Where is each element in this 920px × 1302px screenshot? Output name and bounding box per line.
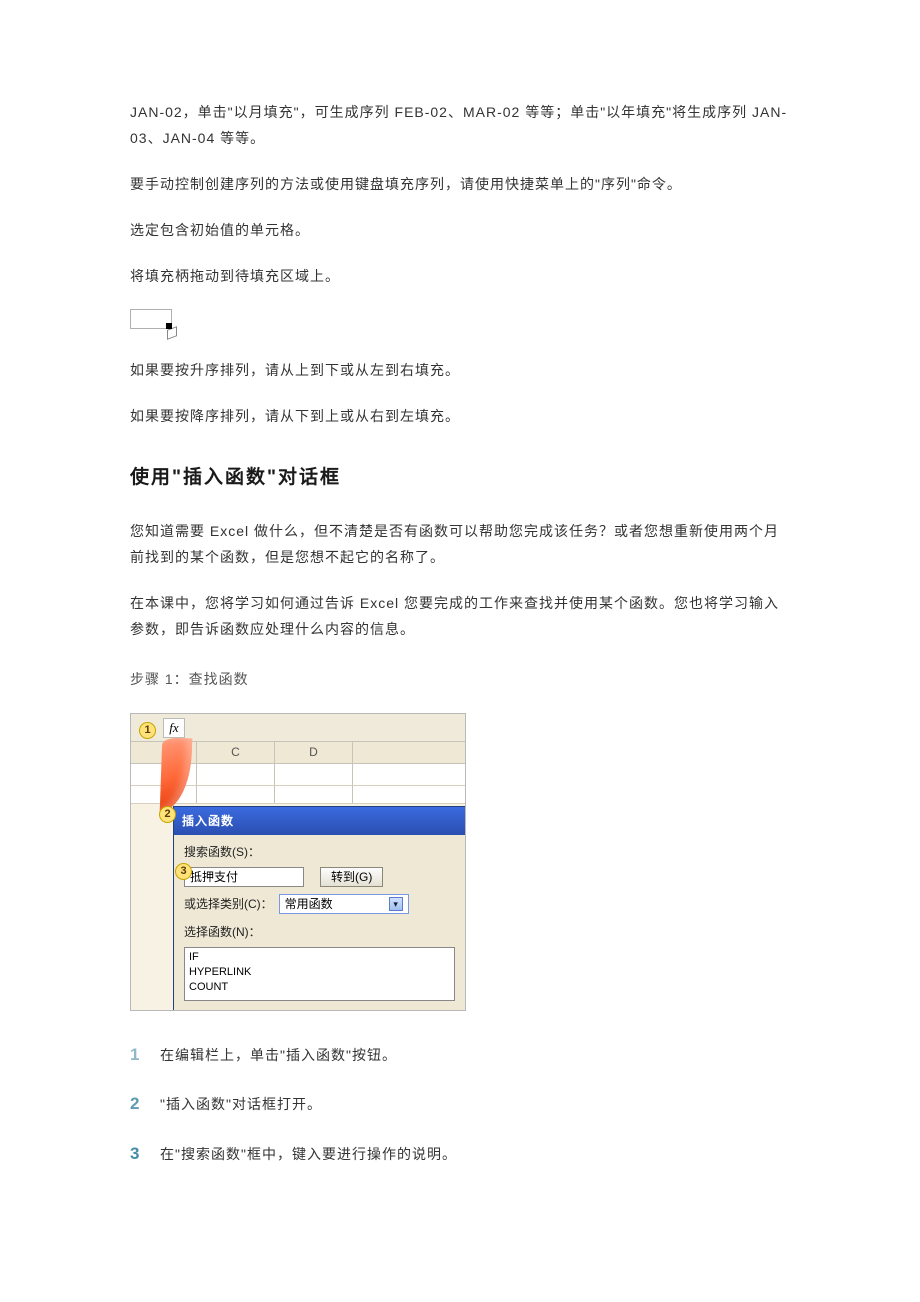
function-option[interactable]: COUNT: [189, 981, 228, 993]
instruction-item: 2 "插入函数"对话框打开。: [130, 1088, 790, 1119]
function-option[interactable]: IF: [189, 951, 199, 963]
column-header-d: D: [275, 742, 353, 763]
body-paragraph: JAN-02，单击"以月填充"，可生成序列 FEB-02、MAR-02 等等；单…: [130, 100, 790, 152]
select-function-label: 选择函数(N)：: [184, 921, 261, 943]
instruction-number: 2: [130, 1088, 154, 1119]
instruction-text: 在编辑栏上，单击"插入函数"按钮。: [160, 1043, 397, 1069]
callout-badge-3: 3: [175, 863, 192, 880]
instruction-number: 1: [130, 1039, 154, 1070]
function-option[interactable]: HYPERLINK: [189, 966, 251, 978]
section-intro: 您知道需要 Excel 做什么，但不清楚是否有函数可以帮助您完成该任务？或者您想…: [130, 519, 790, 571]
go-button[interactable]: 转到(G): [320, 867, 383, 887]
body-paragraph: 如果要按升序排列，请从上到下或从左到右填充。: [130, 358, 790, 384]
dialog-title: 插入函数: [174, 807, 465, 835]
section-intro: 在本课中，您将学习如何通过告诉 Excel 您要完成的工作来查找并使用某个函数。…: [130, 591, 790, 643]
callout-badge-2: 2: [159, 806, 176, 823]
body-paragraph: 如果要按降序排列，请从下到上或从右到左填充。: [130, 404, 790, 430]
category-value: 常用函数: [285, 895, 333, 913]
fill-handle-illustration: [130, 309, 172, 329]
function-listbox[interactable]: IF HYPERLINK COUNT: [184, 947, 455, 1001]
insert-function-icon: fx: [163, 718, 185, 738]
callout-badge-1: 1: [139, 722, 156, 739]
search-function-label: 搜索函数(S)：: [184, 841, 260, 863]
step-caption: 步骤 1：查找函数: [130, 667, 790, 693]
instruction-item: 3 在"搜索函数"框中，键入要进行操作的说明。: [130, 1138, 790, 1169]
body-paragraph: 要手动控制创建序列的方法或使用键盘填充序列，请使用快捷菜单上的"序列"命令。: [130, 172, 790, 198]
chevron-down-icon: ▾: [389, 897, 403, 911]
body-paragraph: 将填充柄拖动到待填充区域上。: [130, 264, 790, 290]
category-label: 或选择类别(C)：: [184, 893, 273, 915]
instruction-number: 3: [130, 1138, 154, 1169]
section-heading: 使用"插入函数"对话框: [130, 460, 790, 495]
instruction-text: 在"搜索函数"框中，键入要进行操作的说明。: [160, 1142, 457, 1168]
search-function-input[interactable]: 抵押支付: [184, 867, 304, 887]
category-dropdown[interactable]: 常用函数 ▾: [279, 894, 409, 914]
body-paragraph: 选定包含初始值的单元格。: [130, 218, 790, 244]
instruction-text: "插入函数"对话框打开。: [160, 1092, 322, 1118]
insert-function-dialog: 插入函数 搜索函数(S)： 抵押支付 转到(G) 或选择类别(C)： 常用函数 …: [173, 806, 465, 1010]
instruction-item: 1 在编辑栏上，单击"插入函数"按钮。: [130, 1039, 790, 1070]
column-header-c: C: [197, 742, 275, 763]
insert-function-illustration: 1 2 3 fx C D 插入函数 搜索函数(S)： 抵押支付: [130, 713, 466, 1011]
